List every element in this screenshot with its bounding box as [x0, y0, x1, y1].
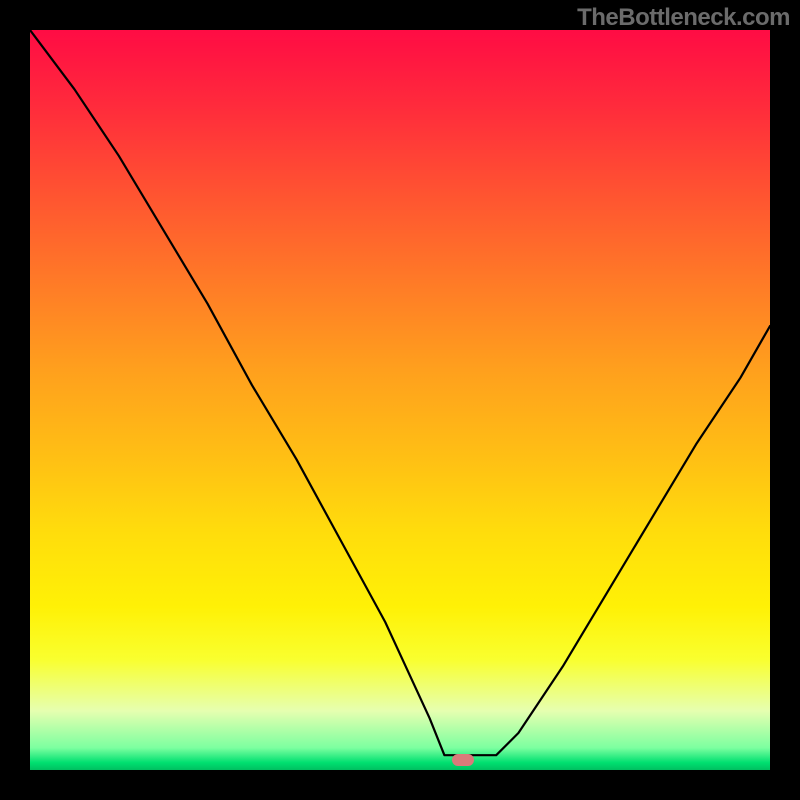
plot-area [30, 30, 770, 770]
watermark-text: TheBottleneck.com [577, 4, 790, 32]
chart-frame: TheBottleneck.com [0, 0, 800, 800]
bottleneck-curve [30, 30, 770, 770]
optimal-marker [452, 754, 474, 766]
